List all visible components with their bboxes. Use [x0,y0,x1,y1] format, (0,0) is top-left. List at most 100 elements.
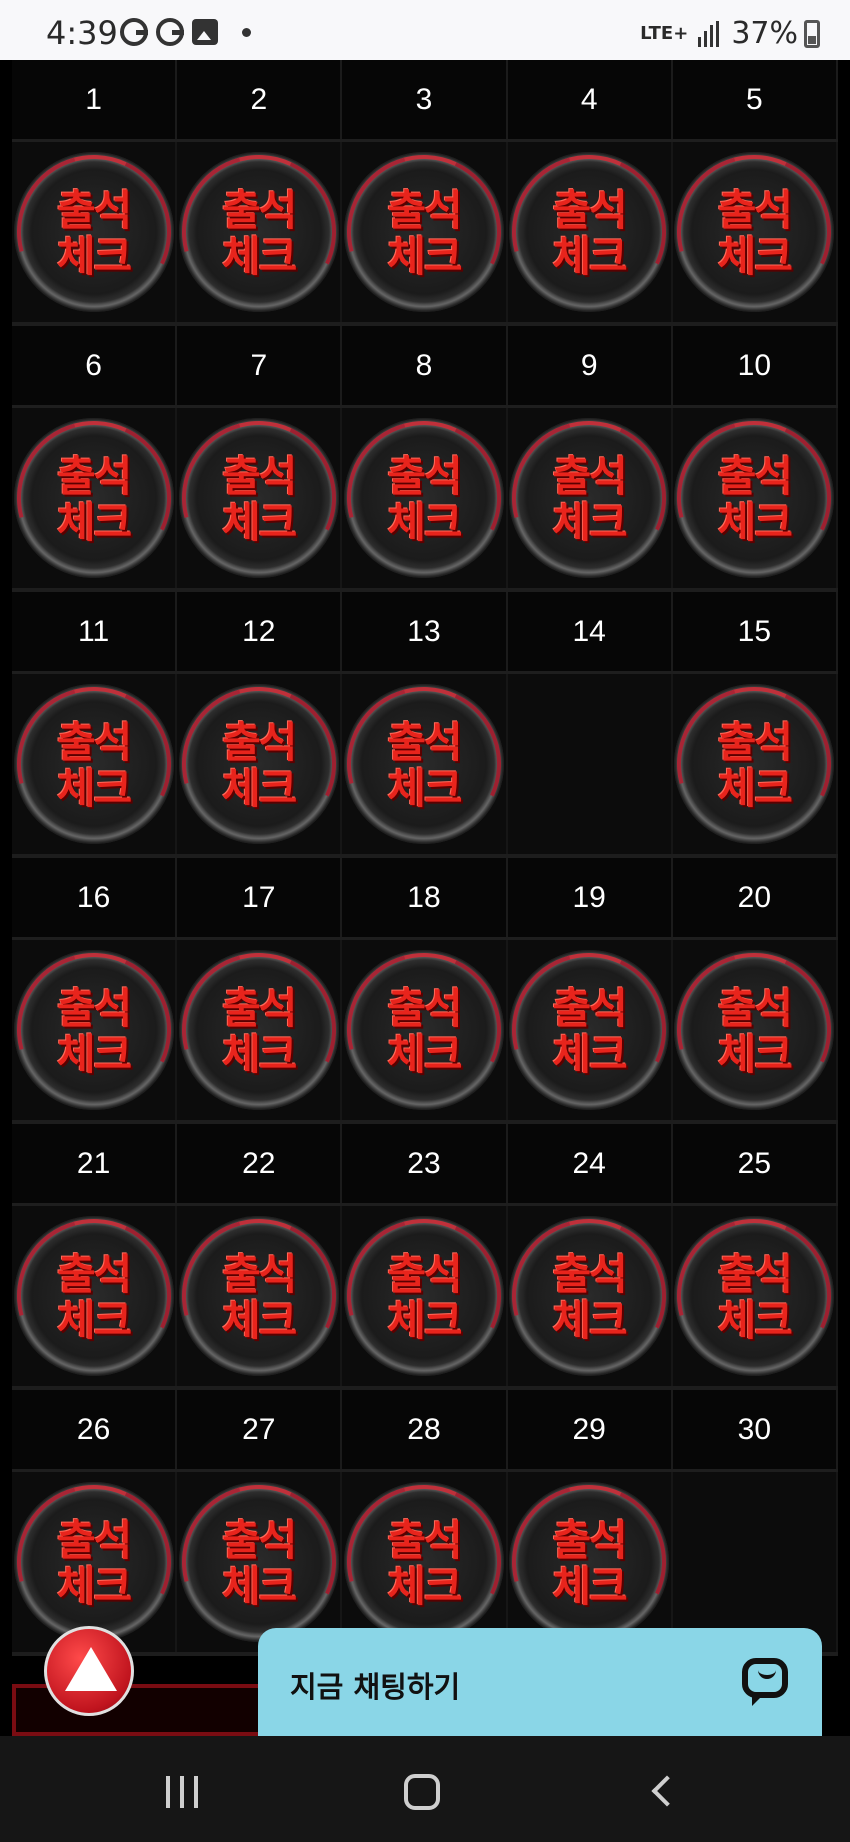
stamp-label: 출석 체크 [179,188,339,280]
day-cell[interactable] [673,1472,838,1652]
calendar-week: 11 12 13 14 15 출석 체크 출석 체크 출석 체크 출석 체크 [12,592,838,858]
stamp-label: 출석 체크 [344,720,504,812]
scroll-to-top-button[interactable] [44,1626,134,1716]
stamp-label-line1: 출석 [222,186,297,235]
day-cell[interactable]: 출석 체크 [12,1206,178,1386]
day-cell[interactable]: 출석 체크 [342,1472,508,1652]
notification-icons [120,18,251,46]
stamp-label-line1: 출석 [56,718,132,767]
stamp-label-line2: 체크 [387,232,462,281]
day-stamp-row: 출석 체크 출석 체크 출석 체크 출석 체크 출석 체크 [12,940,838,1124]
day-cell[interactable]: 출석 체크 [342,142,508,322]
chat-now-button[interactable]: 지금 채팅하기 [258,1628,822,1736]
attendance-stamp-icon: 출석 체크 [343,950,504,1110]
attendance-stamp-icon: 출석 체크 [509,950,670,1110]
day-cell[interactable]: 출석 체크 [177,1472,343,1652]
day-number: 30 [673,1390,838,1469]
day-cell[interactable]: 출석 체크 [673,674,838,854]
day-number: 18 [342,858,508,937]
attendance-stamp-icon: 출석 체크 [509,1216,670,1376]
day-number: 27 [177,1390,343,1469]
day-number: 14 [508,592,673,671]
stamp-label-line1: 출석 [222,1516,297,1565]
day-cell[interactable]: 출석 체크 [673,142,838,322]
day-number: 23 [342,1124,508,1203]
attendance-stamp-icon: 출석 체크 [674,418,835,578]
day-cell[interactable]: 출석 체크 [12,142,178,322]
day-cell[interactable]: 출석 체크 [342,1206,508,1386]
day-cell[interactable]: 출석 체크 [342,940,508,1120]
attendance-stamp-icon: 출석 체크 [674,950,835,1110]
day-cell[interactable]: 출석 체크 [508,1472,673,1652]
day-cell[interactable]: 출석 체크 [12,674,178,854]
day-cell[interactable]: 출석 체크 [12,408,178,588]
stamp-label-line1: 출석 [717,452,793,501]
day-cell[interactable]: 출석 체크 [508,940,673,1120]
stamp-label-line2: 체크 [387,1030,462,1079]
attendance-stamp-icon: 출석 체크 [178,684,339,844]
day-cell[interactable]: 출석 체크 [177,940,343,1120]
stamp-label-line1: 출석 [387,452,462,501]
day-number: 12 [177,592,343,671]
stamp-label-line1: 출석 [222,984,297,1033]
day-stamp-row: 출석 체크 출석 체크 출석 체크 출석 체크 출석 체크 [12,142,838,326]
stamp-label-line1: 출석 [56,1516,132,1565]
day-cell[interactable]: 출석 체크 [673,408,838,588]
stamp-label: 출석 체크 [344,986,504,1078]
stamp-label: 출석 체크 [344,1252,504,1344]
stamp-label: 출석 체크 [14,986,174,1078]
home-button[interactable] [404,1774,440,1810]
stamp-label-line2: 체크 [56,1296,132,1345]
day-cell[interactable]: 출석 체크 [673,940,838,1120]
day-cell[interactable]: 출석 체크 [177,142,343,322]
stamp-label: 출석 체크 [674,1252,834,1344]
day-number-row: 11 12 13 14 15 [12,592,838,674]
up-arrow-icon [65,1647,117,1691]
stamp-label-line1: 출석 [56,452,132,501]
day-number: 7 [177,326,343,405]
day-cell[interactable]: 출석 체크 [508,1206,673,1386]
navigation-bar [0,1736,850,1842]
day-number: 20 [673,858,838,937]
day-cell[interactable] [508,674,673,854]
day-number-row: 21 22 23 24 25 [12,1124,838,1206]
attendance-stamp-icon: 출석 체크 [509,418,670,578]
attendance-stamp-icon: 출석 체크 [674,152,835,312]
day-number-row: 12345 [12,60,838,142]
stamp-label-line2: 체크 [552,1562,628,1611]
attendance-stamp-icon: 출석 체크 [674,1216,835,1376]
stamp-label-line2: 체크 [552,1030,628,1079]
attendance-stamp-icon: 출석 체크 [178,1216,339,1376]
stamp-label-line2: 체크 [222,1030,297,1079]
stamp-label-line2: 체크 [717,498,793,547]
day-number: 9 [508,326,673,405]
day-cell[interactable]: 출석 체크 [12,1472,178,1652]
stamp-label-line2: 체크 [387,1296,462,1345]
day-number: 19 [508,858,673,937]
stamp-label-line1: 출석 [387,186,462,235]
day-number-row: 16 17 18 19 20 [12,858,838,940]
day-cell[interactable]: 출석 체크 [177,408,343,588]
stamp-label: 출석 체크 [179,986,339,1078]
day-cell[interactable]: 출석 체크 [508,408,673,588]
day-cell[interactable]: 출석 체크 [508,142,673,322]
google-icon [156,18,184,46]
back-button[interactable] [651,1775,683,1807]
day-cell[interactable]: 출석 체크 [177,674,343,854]
calendar-week: 1 2 3 4 5 출석 체크 출석 체크 출석 체크 출석 체크 출석 체크 [12,60,838,326]
recent-apps-button[interactable] [166,1776,198,1808]
stamp-label: 출석 체크 [509,1252,669,1344]
day-cell[interactable]: 출석 체크 [342,408,508,588]
stamp-label-line1: 출석 [222,718,297,767]
stamp-label: 출석 체크 [14,188,174,280]
day-cell[interactable]: 출석 체크 [12,940,178,1120]
day-cell[interactable]: 출석 체크 [673,1206,838,1386]
stamp-label-line2: 체크 [222,1296,297,1345]
stamp-label-line2: 체크 [56,1562,132,1611]
calendar-week: 6 7 8 9 10 출석 체크 출석 체크 출석 체크 출석 체크 출석 체크 [12,326,838,592]
attendance-stamp-icon: 출석 체크 [509,1482,670,1642]
day-cell[interactable]: 출석 체크 [342,674,508,854]
status-time: 4:39 [46,14,118,52]
day-cell[interactable]: 출석 체크 [177,1206,343,1386]
day-number: 22 [177,1124,343,1203]
